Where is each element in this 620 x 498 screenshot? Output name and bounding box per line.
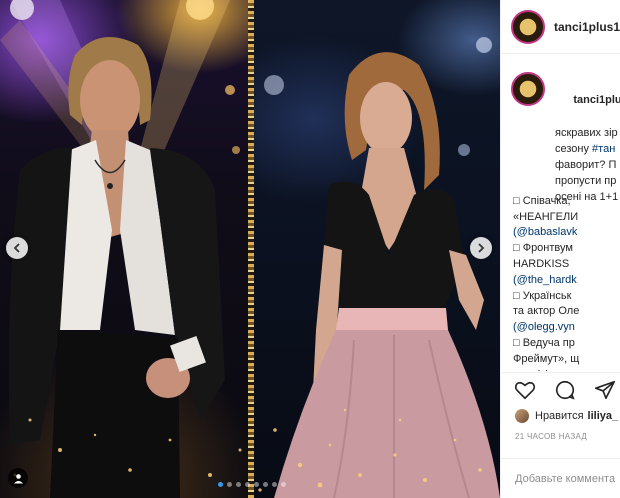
- carousel-dot-active: [218, 482, 223, 487]
- comment-icon: [555, 380, 575, 400]
- caption-top-line: сезону #тан: [555, 142, 616, 155]
- caption-top-line: яскравих зір: [555, 126, 618, 139]
- caption-top-line: фаворит? П: [555, 159, 617, 172]
- caption-bottom-line[interactable]: (@olegg.vyn: [513, 320, 620, 336]
- caption-area: tanci1plus1 яскравих зір сезону #тан фавор…: [501, 66, 620, 372]
- carousel-dot: [263, 482, 268, 487]
- carousel-dot: [254, 482, 259, 487]
- share-icon: [595, 380, 615, 399]
- carousel-indicator: [218, 482, 286, 487]
- carousel-dot: [236, 482, 241, 487]
- post-header: tanci1plus1: [501, 0, 620, 54]
- comment-input[interactable]: Добавьте коммента: [501, 458, 620, 498]
- liker-avatar: [515, 409, 529, 423]
- comment-button[interactable]: [553, 378, 577, 402]
- caption-bottom-line: □ Ведуча пр: [513, 336, 575, 349]
- share-button[interactable]: [593, 378, 617, 402]
- liker-username[interactable]: liliya_: [588, 410, 619, 422]
- caption-bottom-line: □ Співачка,: [513, 194, 571, 207]
- carousel-dot: [272, 482, 277, 487]
- post-sidebar: tanci1plus1 tanci1plus1 яскравих зір сезо…: [500, 0, 620, 498]
- caption-bottom-line: [513, 178, 620, 194]
- caption-bottom-line: HARDKISS: [513, 257, 570, 270]
- like-button[interactable]: [513, 378, 537, 402]
- header-username[interactable]: tanci1plus1: [554, 20, 620, 34]
- caption-bottom-line: □ Фронтвум: [513, 242, 573, 255]
- carousel-dot: [245, 482, 250, 487]
- caption-username[interactable]: tanci1plus1: [573, 94, 620, 106]
- caption-avatar[interactable]: [511, 72, 545, 106]
- caption-bottom-line[interactable]: (@babaslavk: [513, 225, 620, 241]
- post-media[interactable]: [0, 0, 500, 498]
- caption-bottom-line: Фреймут», щ: [513, 352, 580, 365]
- caption-bottom-line: □ Українськ: [513, 289, 572, 302]
- previous-slide-button[interactable]: [6, 237, 28, 259]
- likes-summary[interactable]: Нравится liliya_: [515, 406, 618, 426]
- caption-bottom-line[interactable]: (@the_hardk: [513, 273, 620, 289]
- avatar[interactable]: [511, 9, 545, 44]
- caption-bottom-line: «НЕАНГЕЛИ: [513, 210, 579, 223]
- user-tag-icon: [13, 473, 23, 483]
- caption-bottom-line: та актор Оле: [513, 305, 580, 318]
- likes-prefix: Нравится: [535, 410, 584, 422]
- heart-icon: [514, 381, 536, 399]
- sparkle-overlay: [13, 408, 482, 492]
- tagged-users-button[interactable]: [8, 468, 28, 488]
- carousel-dot: [227, 482, 232, 487]
- chevron-right-icon: [478, 243, 485, 253]
- action-bar: [501, 372, 620, 406]
- post-timestamp[interactable]: 21 ЧАСОВ НАЗАД: [515, 432, 587, 441]
- next-slide-button[interactable]: [470, 237, 492, 259]
- chevron-left-icon: [13, 243, 20, 253]
- carousel-dot: [281, 482, 286, 487]
- caption-lines-bottom: □ Співачка, «НЕАНГЕЛИ (@babaslavk □ Фронтву…: [513, 178, 620, 372]
